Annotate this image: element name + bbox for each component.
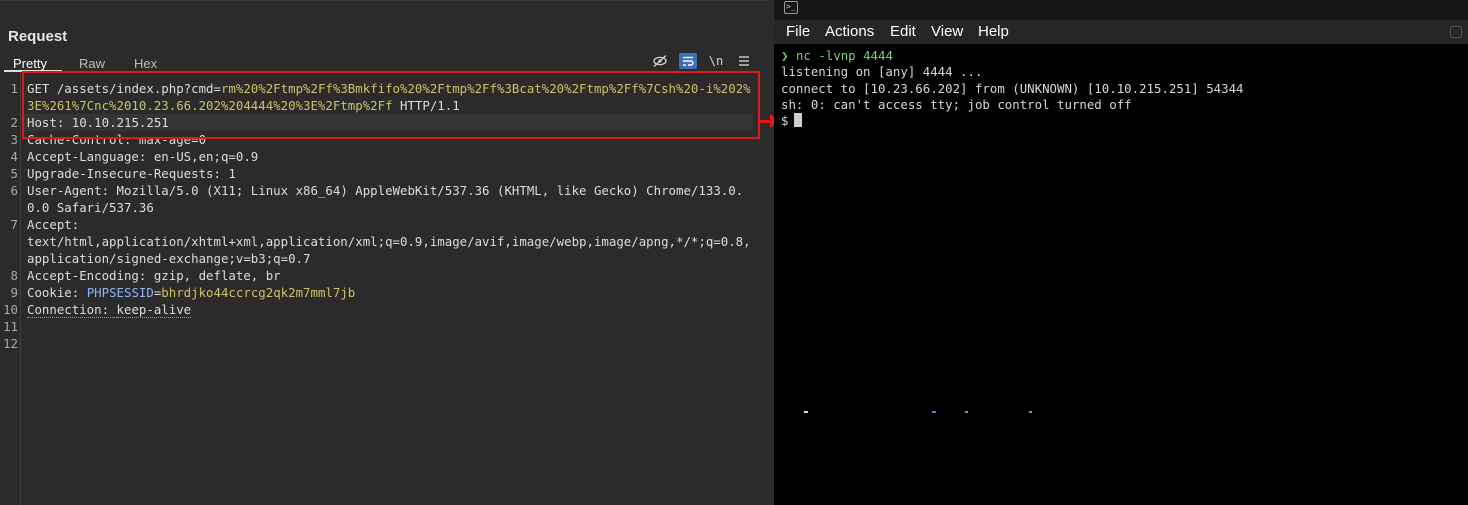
terminal-output[interactable]: ❯ nc -lvnp 4444 listening on [any] 4444 .… xyxy=(781,48,1461,129)
line-number: 1 xyxy=(10,81,18,96)
empty-line[interactable]: 11 xyxy=(3,318,755,335)
header-line[interactable]: 8 Accept-Encoding: gzip, deflate, br xyxy=(11,267,755,284)
prompt-arrow-icon: ❯ xyxy=(781,48,789,63)
cookie-name: PHPSESSID xyxy=(86,285,154,300)
header-key: Accept-Encoding: xyxy=(27,268,154,283)
output-line: listening on [any] 4444 ... xyxy=(781,64,983,80)
header-key: Accept-Language: xyxy=(27,149,154,164)
line-number: 6 xyxy=(10,183,18,198)
cursor xyxy=(794,113,803,128)
line-number: 12 xyxy=(3,336,18,351)
header-value: text/html,application/xhtml+xml,applicat… xyxy=(27,234,751,266)
cookie-value: bhrdjko44ccrcg2qk2m7mml7jb xyxy=(161,285,356,300)
split-icon[interactable] xyxy=(1450,26,1462,38)
header-line[interactable]: 5 Upgrade-Insecure-Requests: 1 xyxy=(11,165,755,182)
header-value: keep-alive xyxy=(116,302,192,318)
command-line: ❯ nc -lvnp 4444 xyxy=(781,48,1461,64)
eye-off-icon[interactable] xyxy=(651,53,669,69)
tab-pretty[interactable]: Pretty xyxy=(13,56,47,71)
shell-prompt-line[interactable]: $ xyxy=(781,113,1461,129)
header-line[interactable]: 10 Connection: keep-alive xyxy=(3,301,755,318)
newline-toggle[interactable]: \n xyxy=(707,53,725,69)
output-line: sh: 0: can't access tty; job control tur… xyxy=(781,96,1132,112)
header-value: gzip, deflate, br xyxy=(153,268,281,283)
menu-help[interactable]: Help xyxy=(978,23,1009,40)
tab-raw[interactable]: Raw xyxy=(79,56,105,71)
line-number: 8 xyxy=(10,268,18,283)
shell-prompt: $ xyxy=(781,113,789,129)
header-key: Accept: xyxy=(27,217,87,232)
header-line[interactable]: 7 Accept: text/html,application/xhtml+xml… xyxy=(11,216,755,267)
menu-view[interactable]: View xyxy=(931,23,963,40)
header-line[interactable]: 6 User-Agent: Mozilla/5.0 (X11; Linux x86… xyxy=(11,182,755,216)
output-line: connect to [10.23.66.202] from (UNKNOWN)… xyxy=(781,80,1244,96)
line-number: 10 xyxy=(3,302,18,317)
render-artifacts xyxy=(802,411,1042,417)
menu-actions[interactable]: Actions xyxy=(825,23,874,40)
terminal-titlebar: >_ xyxy=(774,0,1468,20)
header-value: 1 xyxy=(228,166,236,181)
artifact xyxy=(1029,411,1032,413)
terminal-icon: >_ xyxy=(784,1,798,14)
artifact xyxy=(932,411,936,413)
line-number: 3 xyxy=(10,132,18,147)
header-key: Cookie: xyxy=(27,285,87,300)
line-number: 7 xyxy=(10,217,18,232)
artifact xyxy=(965,411,968,413)
header-value: en-US,en;q=0.9 xyxy=(153,149,259,164)
hamburger-icon[interactable] xyxy=(735,53,753,69)
empty-line[interactable]: 12 xyxy=(3,335,755,352)
line-number: 2 xyxy=(10,115,18,130)
wrap-lines-icon[interactable] xyxy=(679,53,697,69)
header-line[interactable]: 4 Accept-Language: en-US,en;q=0.9 xyxy=(11,148,755,165)
header-key: User-Agent: xyxy=(27,183,117,198)
header-key: Upgrade-Insecure-Requests: xyxy=(27,166,229,181)
line-number: 9 xyxy=(10,285,18,300)
header-line[interactable]: 9 Cookie: PHPSESSID=bhrdjko44ccrcg2qk2m7m… xyxy=(11,284,755,301)
menu-edit[interactable]: Edit xyxy=(890,23,916,40)
terminal-menubar: File Actions Edit View Help xyxy=(774,20,1468,44)
request-title: Request xyxy=(8,28,68,45)
line-number: 5 xyxy=(10,166,18,181)
annotation-box xyxy=(22,71,760,139)
line-number: 4 xyxy=(10,149,18,164)
artifact xyxy=(804,411,808,413)
nc-command: nc -lvnp 4444 xyxy=(795,48,893,63)
terminal-window: >_ File Actions Edit View Help ❯ nc -lvn… xyxy=(774,0,1468,505)
header-value: Mozilla/5.0 (X11; Linux x86_64) AppleWeb… xyxy=(27,183,744,215)
tab-hex[interactable]: Hex xyxy=(134,56,157,71)
menu-file[interactable]: File xyxy=(786,23,810,40)
header-key: Connection: xyxy=(27,302,117,318)
line-number: 11 xyxy=(3,319,18,334)
